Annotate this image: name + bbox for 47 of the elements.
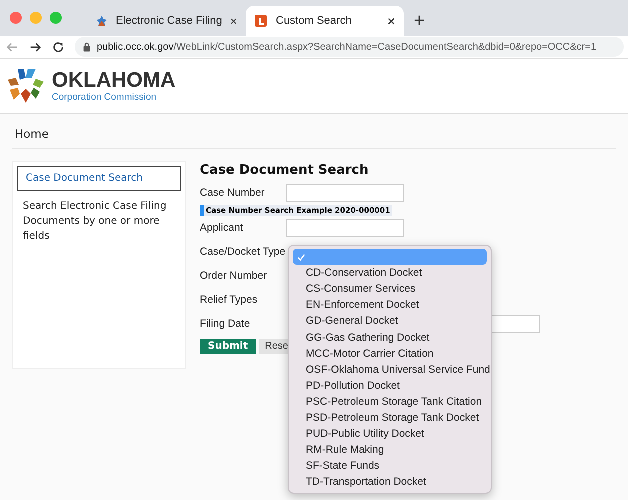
star-logo-icon bbox=[96, 14, 108, 28]
dropdown-option[interactable]: EN-Enforcement Docket bbox=[293, 297, 487, 314]
dropdown-option[interactable]: GD-General Docket bbox=[293, 313, 487, 330]
dropdown-option[interactable]: SF-State Funds bbox=[293, 458, 487, 474]
field-label: Case Number bbox=[200, 187, 266, 199]
maximize-window-icon[interactable] bbox=[50, 12, 62, 24]
dropdown-option[interactable]: PD-Pollution Docket bbox=[293, 378, 487, 394]
logo-subtitle: Corporation Commission bbox=[52, 92, 158, 102]
dropdown-option[interactable]: GG-Gas Gathering Docket bbox=[293, 329, 487, 346]
dropdown-option[interactable]: RM-Rule Making bbox=[293, 442, 487, 458]
logo-name: OKLAHOMA bbox=[52, 70, 176, 92]
dropdown-option[interactable]: MCC-Motor Carrier Citation bbox=[293, 346, 487, 362]
nav-link[interactable]: Home bbox=[15, 127, 49, 141]
new-tab-icon[interactable] bbox=[414, 15, 425, 26]
forward-arrow-icon[interactable] bbox=[29, 40, 42, 54]
tab-title: Custom Search bbox=[276, 15, 353, 27]
back-arrow-icon[interactable] bbox=[6, 40, 19, 54]
dropdown-option[interactable]: CS-Consumer Services bbox=[293, 281, 487, 298]
minimize-window-icon[interactable] bbox=[30, 12, 42, 24]
lock-icon bbox=[83, 42, 91, 52]
dropdown-option[interactable] bbox=[293, 249, 487, 266]
dropdown-option[interactable]: TD-Transportation Docket bbox=[293, 474, 487, 490]
tab-title: Electronic Case Filing bbox=[116, 15, 222, 27]
field-label: Filing Date bbox=[200, 318, 252, 330]
dropdown-option[interactable]: PSC-Petroleum Storage Tank Citation bbox=[293, 394, 487, 410]
browser-tab[interactable]: Custom Search bbox=[246, 6, 404, 36]
dropdown-option[interactable]: PSD-Petroleum Storage Tank Docket bbox=[293, 410, 487, 426]
browser-tab[interactable]: Electronic Case Filing bbox=[88, 6, 246, 36]
field-label: Case/Docket Type bbox=[200, 246, 286, 258]
dropdown-option[interactable]: PUD-Public Utility Docket bbox=[293, 426, 487, 442]
sidebar-item[interactable]: Case Document Search bbox=[17, 166, 181, 191]
submit-button[interactable]: Submit bbox=[200, 339, 256, 354]
address-bar[interactable]: public.occ.ok.gov/WebLink/CustomSearch.aspx?SearchName=CaseDocumentSearch&dbid=0&repo=OCC&cr=1 bbox=[75, 37, 624, 57]
field-label: Applicant bbox=[200, 222, 244, 234]
checkmark-icon bbox=[297, 252, 306, 262]
input-field[interactable] bbox=[286, 184, 404, 202]
form-title: Case Document Search bbox=[200, 163, 370, 178]
sidebar-description: Search Electronic Case Filing Documents by one or more fields bbox=[23, 200, 168, 244]
input-field[interactable] bbox=[286, 219, 404, 237]
field-label: Order Number bbox=[200, 270, 268, 282]
reload-icon[interactable] bbox=[52, 40, 65, 54]
close-window-icon[interactable] bbox=[10, 12, 22, 24]
letter-l-logo-icon bbox=[254, 14, 268, 28]
field-label: Relief Types bbox=[200, 294, 259, 306]
dropdown-option[interactable]: CD-Conservation Docket bbox=[293, 265, 487, 282]
close-icon[interactable] bbox=[387, 16, 396, 26]
close-icon[interactable] bbox=[230, 16, 238, 26]
